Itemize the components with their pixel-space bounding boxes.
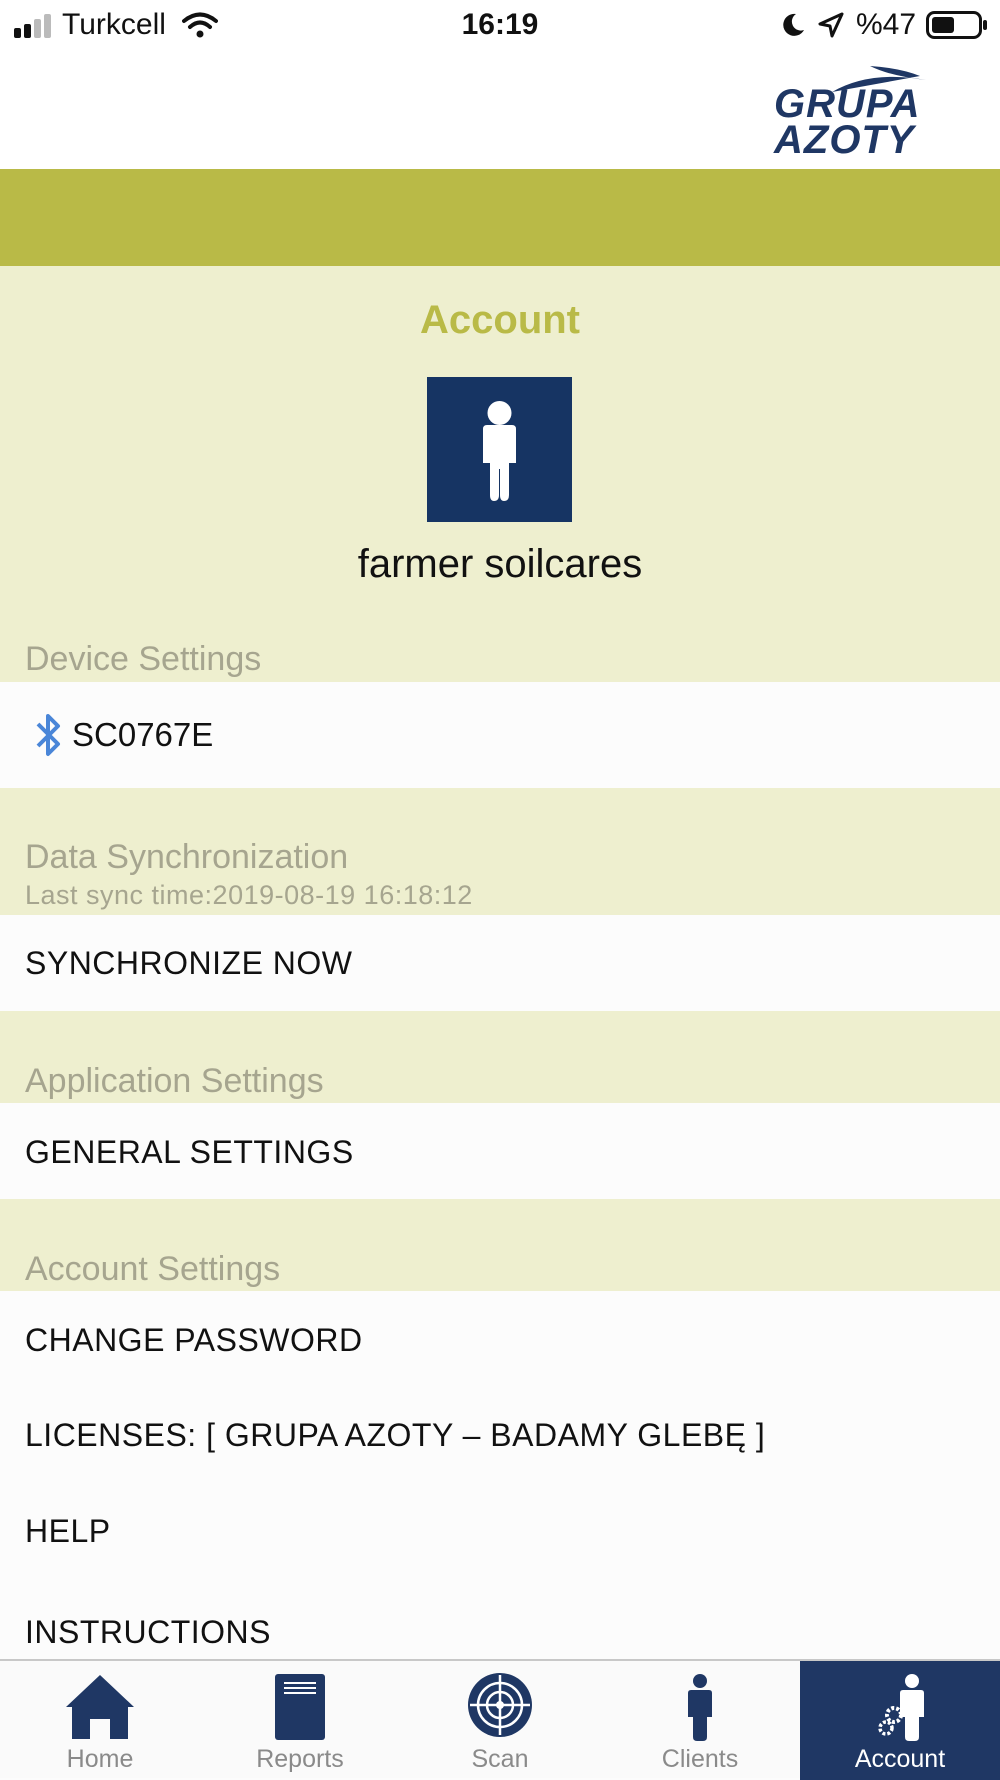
moon-icon [783,13,804,36]
instructions-button[interactable]: INSTRUCTIONS [25,1614,271,1651]
device-row[interactable]: SC0767E [0,682,1000,788]
clock: 16:19 [461,8,539,41]
account-icon [878,1674,924,1741]
avatar[interactable] [427,377,572,522]
nav-clients[interactable]: Clients [600,1661,800,1780]
general-settings-button[interactable]: GENERAL SETTINGS [25,1134,354,1171]
application-settings-section: Application Settings [0,1011,1000,1103]
profile-section: Account farmer soilcares Device Settings [0,266,1000,682]
nav-account[interactable]: Account [800,1661,1000,1780]
help-button[interactable]: HELP [25,1513,111,1550]
account-settings-list: CHANGE PASSWORD LICENSES: [ GRUPA AZOTY … [0,1291,1000,1659]
logo-text-bottom: AZOTY [774,118,915,162]
battery-percent: %47 [856,8,917,41]
battery-icon [926,11,987,39]
location-arrow-icon [818,12,844,38]
synchronize-now-button[interactable]: SYNCHRONIZE NOW [25,945,353,982]
synchronize-now-row[interactable]: SYNCHRONIZE NOW [0,915,1000,1011]
change-password-button[interactable]: CHANGE PASSWORD [25,1322,363,1359]
app-header: GRUPA AZOTY [0,50,1000,169]
status-bar: Turkcell 16:19 %47 [0,0,1000,50]
nav-clients-label: Clients [661,1745,739,1773]
account-settings-section: Account Settings [0,1199,1000,1291]
scan-icon [468,1673,532,1737]
data-sync-section: Data Synchronization Last sync time:2019… [0,788,1000,915]
account-settings-heading: Account Settings [25,1250,281,1288]
nav-reports-label: Reports [256,1745,344,1773]
nav-home-label: Home [66,1745,134,1773]
device-name: SC0767E [72,716,214,753]
licenses-button[interactable]: LICENSES: [ GRUPA AZOTY – BADAMY GLEBĘ ] [25,1417,765,1454]
bluetooth-icon [36,714,60,756]
nav-scan[interactable]: Scan [400,1661,600,1780]
nav-scan-label: Scan [471,1745,529,1773]
nav-home[interactable]: Home [0,1661,200,1780]
grupa-azoty-logo: GRUPA AZOTY [770,62,940,162]
home-icon [66,1675,134,1739]
nav-reports[interactable]: Reports [200,1661,400,1780]
olive-banner [0,169,1000,266]
bottom-nav: Home Reports Scan Clients Account [0,1659,1000,1780]
page-title: Account [420,298,580,342]
nav-account-label: Account [854,1745,946,1773]
clients-icon [688,1674,712,1741]
person-icon [483,401,516,501]
device-settings-heading: Device Settings [25,640,262,678]
last-sync-time: Last sync time:2019-08-19 16:18:12 [25,880,473,910]
reports-icon [275,1674,325,1740]
application-settings-heading: Application Settings [25,1062,324,1100]
user-name: farmer soilcares [357,542,643,586]
data-sync-heading: Data Synchronization [25,838,349,876]
general-settings-row[interactable]: GENERAL SETTINGS [0,1103,1000,1199]
